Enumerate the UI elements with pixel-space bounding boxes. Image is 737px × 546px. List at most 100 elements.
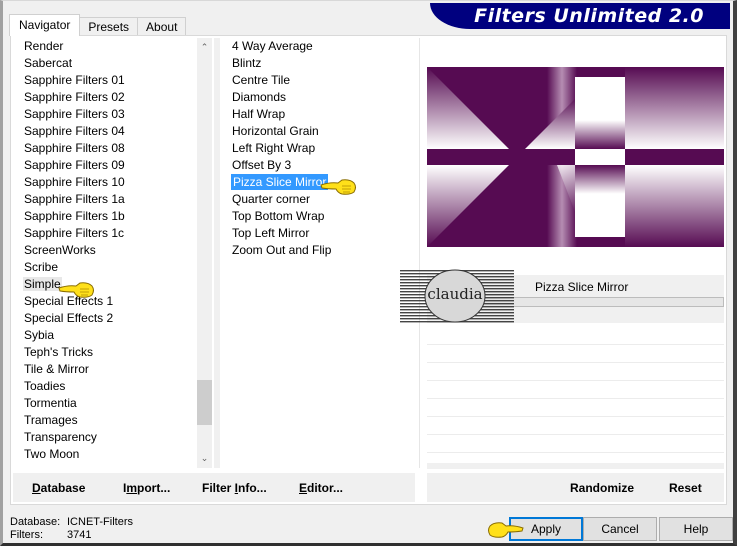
list-item-label: Sapphire Filters 02 xyxy=(24,90,125,104)
randomize-button[interactable]: Randomize xyxy=(570,481,634,495)
import-button[interactable]: Import... xyxy=(123,481,170,495)
scroll-down-icon[interactable]: ⌄ xyxy=(197,451,212,466)
filter-item[interactable]: Horizontal Grain xyxy=(222,123,418,140)
list-item-label: ScreenWorks xyxy=(24,243,96,257)
list-item-label: Top Left Mirror xyxy=(232,226,310,240)
category-item[interactable]: Sybia xyxy=(13,327,195,344)
list-item-label: Blintz xyxy=(232,56,262,70)
tab-bar: Navigator Presets About xyxy=(9,14,187,36)
help-button[interactable]: Help xyxy=(659,517,733,541)
category-item[interactable]: Special Effects 1 xyxy=(13,293,195,310)
filter-item[interactable]: Centre Tile xyxy=(222,72,418,89)
list-item-label: Sapphire Filters 10 xyxy=(24,175,125,189)
category-item[interactable]: Tormentia xyxy=(13,395,195,412)
parameter-row xyxy=(427,345,724,363)
category-item[interactable]: Simple xyxy=(13,276,195,293)
navigator-panel: Render Sabercat Sapphire Filters 01 Sapphir… xyxy=(10,35,727,505)
scroll-up-icon[interactable]: ⌃ xyxy=(197,40,212,55)
list-item-label: Tormentia xyxy=(24,396,77,410)
list-item-label: Quarter corner xyxy=(232,192,311,206)
category-item[interactable]: Sapphire Filters 01 xyxy=(13,72,195,89)
parameter-row xyxy=(427,381,724,399)
list-item-label: Sybia xyxy=(24,328,55,342)
filter-info-button[interactable]: Filter Info... xyxy=(202,481,267,495)
category-item[interactable]: Toadies xyxy=(13,378,195,395)
category-scrollbar[interactable]: ⌃ ⌄ xyxy=(197,38,212,468)
parameter-list xyxy=(427,327,724,469)
list-item-label: Zoom Out and Flip xyxy=(232,243,332,257)
status-footer: Database: ICNET-Filters Filters: 3741 xyxy=(10,516,133,542)
list-item-label: Left Right Wrap xyxy=(232,141,316,155)
category-list[interactable]: Render Sabercat Sapphire Filters 01 Sapphir… xyxy=(13,38,195,468)
svg-text:claudia: claudia xyxy=(427,285,482,303)
category-item[interactable]: ScreenWorks xyxy=(13,242,195,259)
parameter-row xyxy=(427,417,724,435)
category-item[interactable]: Sapphire Filters 02 xyxy=(13,89,195,106)
list-item-label: Sapphire Filters 03 xyxy=(24,107,125,121)
list-item-label: Sapphire Filters 04 xyxy=(24,124,125,138)
list-item-label: Render xyxy=(24,39,64,53)
category-item[interactable]: Sapphire Filters 1b xyxy=(13,208,195,225)
filter-item[interactable]: Zoom Out and Flip xyxy=(222,242,418,259)
filters-count-value: 3741 xyxy=(67,529,92,541)
navigator-actions: Database Import... Filter Info... Editor… xyxy=(13,473,415,502)
list-item-label: Tramages xyxy=(24,413,78,427)
filter-item[interactable]: Top Left Mirror xyxy=(222,225,418,242)
app-banner: Filters Unlimited 2.0 xyxy=(430,3,730,29)
category-item[interactable]: Sapphire Filters 1c xyxy=(13,225,195,242)
filter-item[interactable]: Offset By 3 xyxy=(222,157,418,174)
parameter-row xyxy=(427,399,724,417)
list-item-label: Sapphire Filters 1c xyxy=(24,226,125,240)
list-item-label: Special Effects 2 xyxy=(24,311,114,325)
reset-button[interactable]: Reset xyxy=(669,481,702,495)
list-item-label: Teph's Tricks xyxy=(24,345,93,359)
category-item[interactable]: Sabercat xyxy=(13,55,195,72)
category-item[interactable]: Sapphire Filters 04 xyxy=(13,123,195,140)
list-item-label: Simple xyxy=(23,277,62,291)
filter-item[interactable]: Left Right Wrap xyxy=(222,140,418,157)
cancel-button[interactable]: Cancel xyxy=(583,517,657,541)
editor-button[interactable]: Editor... xyxy=(299,481,343,495)
filter-item[interactable]: Blintz xyxy=(222,55,418,72)
divider xyxy=(214,38,220,468)
category-item[interactable]: Sapphire Filters 1a xyxy=(13,191,195,208)
list-item-label: Sabercat xyxy=(24,56,73,70)
category-item[interactable]: Teph's Tricks xyxy=(13,344,195,361)
claudia-logo: claudia xyxy=(400,269,514,324)
list-item-label: Top Bottom Wrap xyxy=(232,209,325,223)
list-item-label: Half Wrap xyxy=(232,107,286,121)
tab-navigator[interactable]: Navigator xyxy=(9,14,81,36)
list-item-label: Tile & Mirror xyxy=(24,362,89,376)
parameter-row xyxy=(427,435,724,453)
list-item-label: Sapphire Filters 09 xyxy=(24,158,125,172)
filter-item[interactable]: Diamonds xyxy=(222,89,418,106)
tab-about[interactable]: About xyxy=(137,17,187,36)
filter-list[interactable]: 4 Way Average Blintz Centre Tile Diamonds Ha… xyxy=(222,38,418,468)
divider xyxy=(419,38,425,468)
filter-item[interactable]: Top Bottom Wrap xyxy=(222,208,418,225)
parameter-row xyxy=(427,363,724,381)
database-button[interactable]: Database xyxy=(32,481,85,495)
filter-item[interactable]: 4 Way Average xyxy=(222,38,418,55)
parameter-footer xyxy=(427,463,724,469)
category-item[interactable]: Sapphire Filters 08 xyxy=(13,140,195,157)
category-item[interactable]: Sapphire Filters 03 xyxy=(13,106,195,123)
category-item[interactable]: Special Effects 2 xyxy=(13,310,195,327)
list-item-label: Pizza Slice Mirror xyxy=(231,174,329,190)
filter-item[interactable]: Half Wrap xyxy=(222,106,418,123)
list-item-label: Toadies xyxy=(24,379,66,393)
scroll-thumb[interactable] xyxy=(197,380,212,425)
list-item-label: 4 Way Average xyxy=(232,39,313,53)
category-item[interactable]: Tramages xyxy=(13,412,195,429)
filters-count-label: Filters: xyxy=(10,529,43,541)
category-item[interactable]: Sapphire Filters 10 xyxy=(13,174,195,191)
category-item[interactable]: Sapphire Filters 09 xyxy=(13,157,195,174)
category-item[interactable]: Scribe xyxy=(13,259,195,276)
pointing-hand-icon xyxy=(58,282,94,298)
category-item[interactable]: Render xyxy=(13,38,195,55)
category-item[interactable]: Tile & Mirror xyxy=(13,361,195,378)
category-item[interactable]: Two Moon xyxy=(13,446,195,463)
category-item[interactable]: Transparency xyxy=(13,429,195,446)
tab-presets[interactable]: Presets xyxy=(79,17,139,36)
selected-filter-name: Pizza Slice Mirror xyxy=(535,280,629,294)
